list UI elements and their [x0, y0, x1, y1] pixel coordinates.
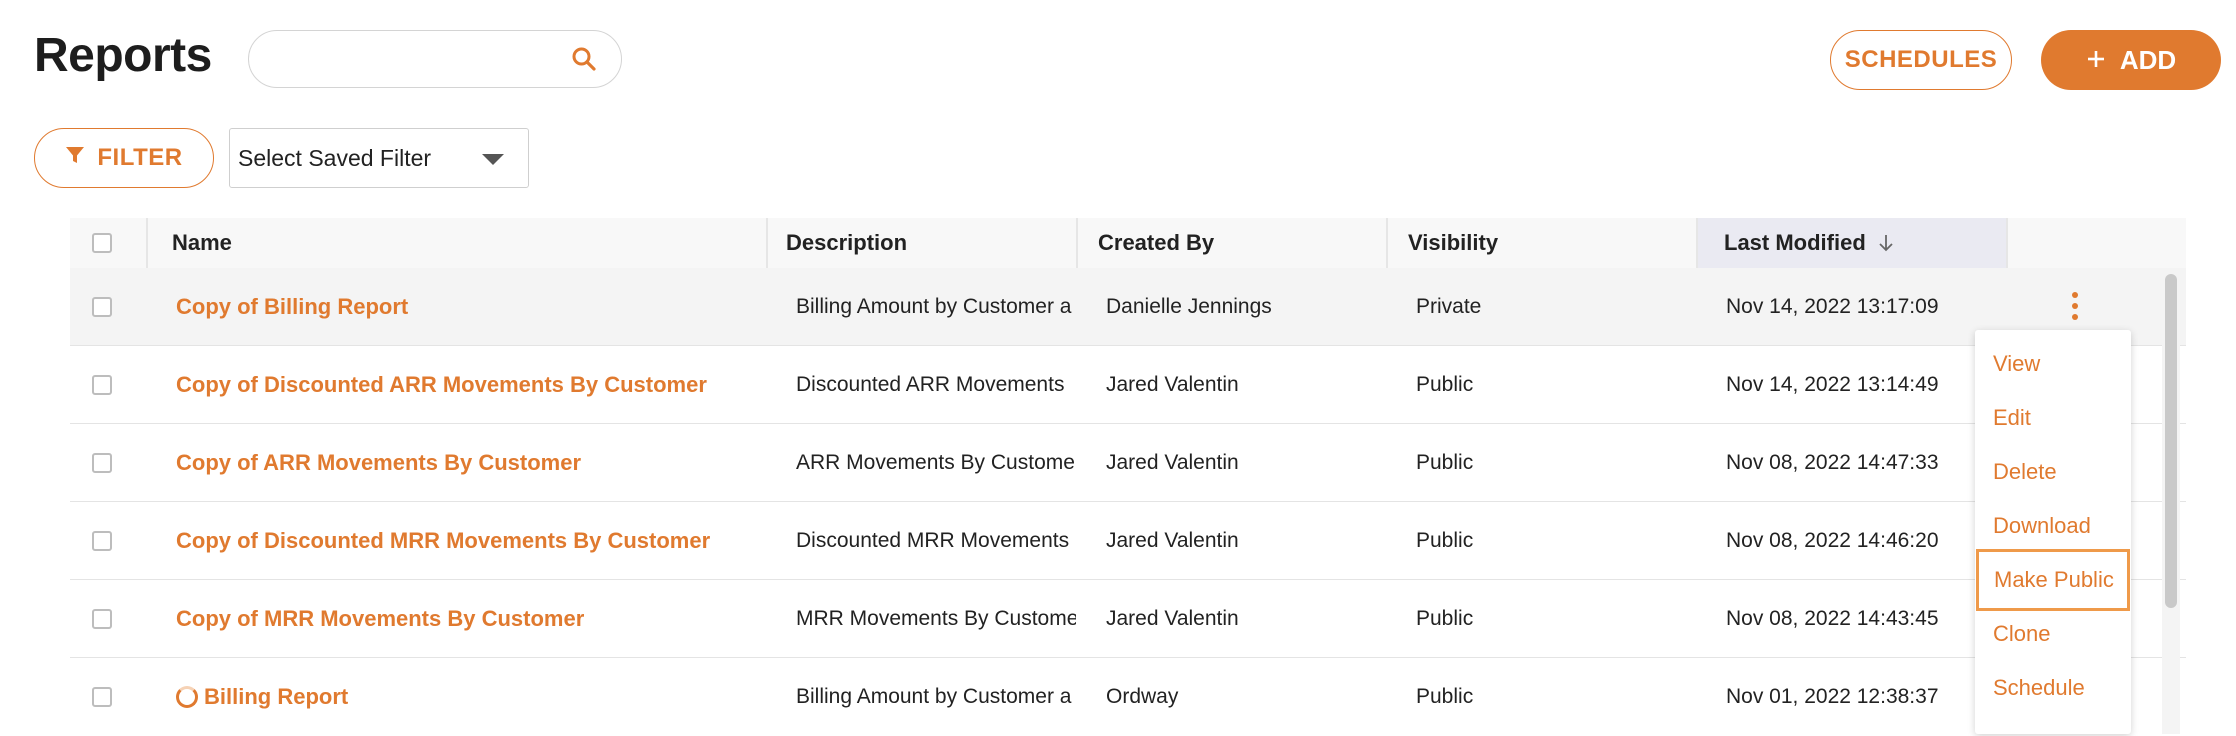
column-header-last-modified[interactable]: Last Modified [1696, 218, 2006, 268]
add-button-label: ADD [2119, 44, 2177, 75]
schedules-button-label: SCHEDULES [1844, 46, 1998, 73]
report-last-modified: Nov 08, 2022 14:46:20 [1726, 529, 1939, 552]
loading-spinner-icon [176, 686, 198, 708]
report-name-link[interactable]: Copy of ARR Movements By Customer [176, 424, 766, 502]
table-scrollbar-thumb[interactable] [2165, 274, 2177, 608]
table-row[interactable]: Copy of Billing Report Billing Amount by… [70, 268, 2186, 346]
chevron-down-icon [482, 154, 504, 165]
row-checkbox[interactable] [92, 375, 112, 395]
row-checkbox[interactable] [92, 453, 112, 473]
table-row[interactable]: Copy of Discounted MRR Movements By Cust… [70, 502, 2186, 580]
search-icon[interactable] [571, 46, 597, 77]
column-header-actions [2006, 218, 2186, 268]
table-row[interactable]: Copy of ARR Movements By Customer ARR Mo… [70, 424, 2186, 502]
menu-item-make-public[interactable]: Make Public [1976, 549, 2130, 611]
report-name-link[interactable]: Copy of Billing Report [176, 268, 766, 346]
menu-item-download[interactable]: Download [1975, 499, 2131, 553]
report-created-by: Ordway [1106, 685, 1179, 708]
row-checkbox[interactable] [92, 297, 112, 317]
plus-icon [2086, 45, 2106, 76]
report-visibility: Public [1416, 451, 1474, 474]
table-row[interactable]: Billing Report Billing Amount by Custome… [70, 658, 2186, 736]
schedules-button[interactable]: SCHEDULES [1830, 30, 2012, 90]
menu-item-edit[interactable]: Edit [1975, 391, 2131, 445]
report-description: Billing Amount by Customer a [796, 295, 1072, 318]
filter-icon [65, 144, 85, 172]
saved-filter-value: Select Saved Filter [238, 144, 432, 171]
report-created-by: Jared Valentin [1106, 529, 1239, 552]
select-all-checkbox[interactable] [92, 233, 112, 253]
report-visibility: Private [1416, 295, 1482, 318]
row-checkbox[interactable] [92, 609, 112, 629]
report-last-modified: Nov 01, 2022 12:38:37 [1726, 685, 1939, 708]
report-last-modified: Nov 14, 2022 13:14:49 [1726, 373, 1939, 396]
menu-item-delete[interactable]: Delete [1975, 445, 2131, 499]
row-checkbox[interactable] [92, 687, 112, 707]
add-button[interactable]: ADD [2041, 30, 2221, 90]
table-row[interactable]: Copy of Discounted ARR Movements By Cust… [70, 346, 2186, 424]
report-name-link[interactable]: Copy of Discounted MRR Movements By Cust… [176, 502, 766, 580]
page-title: Reports [34, 29, 212, 82]
search-input[interactable] [271, 41, 555, 79]
report-name-link[interactable]: Copy of Discounted ARR Movements By Cust… [176, 346, 766, 424]
row-checkbox[interactable] [92, 531, 112, 551]
report-name-link[interactable]: Billing Report [176, 658, 766, 736]
column-header-visibility[interactable]: Visibility [1386, 218, 1696, 268]
report-name-link[interactable]: Copy of MRR Movements By Customer [176, 580, 766, 658]
report-description: Discounted ARR Movements [796, 373, 1065, 396]
report-created-by: Jared Valentin [1106, 607, 1239, 630]
report-last-modified: Nov 08, 2022 14:47:33 [1726, 451, 1939, 474]
menu-item-clone[interactable]: Clone [1975, 607, 2131, 661]
kebab-menu-icon[interactable] [2070, 292, 2080, 322]
sort-arrow-down-icon [1878, 233, 1894, 253]
report-created-by: Jared Valentin [1106, 373, 1239, 396]
report-created-by: Jared Valentin [1106, 451, 1239, 474]
row-actions-menu: View Edit Delete Download Make Public Cl… [1975, 330, 2131, 734]
report-description: MRR Movements By Custome [796, 607, 1076, 630]
report-created-by: Danielle Jennings [1106, 295, 1272, 318]
report-visibility: Public [1416, 529, 1474, 552]
report-description: Discounted MRR Movements [796, 529, 1070, 552]
column-header-name[interactable]: Name [146, 218, 578, 268]
table-row[interactable]: Copy of MRR Movements By Customer MRR Mo… [70, 580, 2186, 658]
saved-filter-select[interactable]: Select Saved Filter [229, 128, 529, 188]
report-visibility: Public [1416, 373, 1474, 396]
report-description: Billing Amount by Customer a [796, 685, 1072, 708]
search-box[interactable] [248, 30, 622, 88]
report-last-modified: Nov 14, 2022 13:17:09 [1726, 295, 1939, 318]
table-header: Name Description Created By Visibility L… [70, 218, 2186, 268]
report-visibility: Public [1416, 607, 1474, 630]
report-last-modified: Nov 08, 2022 14:43:45 [1726, 607, 1939, 630]
menu-item-schedule[interactable]: Schedule [1975, 661, 2131, 715]
report-description: ARR Movements By Custome [796, 451, 1075, 474]
filter-button[interactable]: FILTER [34, 128, 214, 188]
report-visibility: Public [1416, 685, 1474, 708]
menu-item-view[interactable]: View [1975, 337, 2131, 391]
column-header-description[interactable]: Description [766, 218, 982, 268]
filter-button-label: FILTER [97, 144, 183, 171]
column-header-created-by[interactable]: Created By [1076, 218, 1386, 268]
